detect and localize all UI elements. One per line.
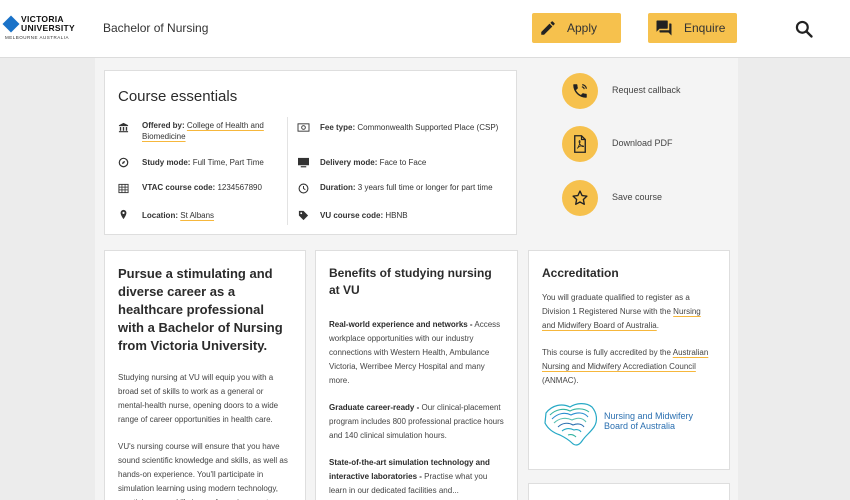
site-header: VICTORIA UNIVERSITY MELBOURNE AUSTRALIA … [0, 0, 850, 58]
location-link[interactable]: St Albans [180, 211, 214, 220]
grid-icon [118, 183, 129, 194]
institution-icon [118, 122, 129, 133]
benefit-item-2: Graduate career-ready - Our clinical-pla… [329, 401, 504, 443]
pdf-file-icon [574, 135, 586, 153]
benefits-heading: Benefits of studying nursing at VU [329, 266, 492, 297]
download-pdf-label[interactable]: Download PDF [612, 138, 673, 148]
apply-button[interactable]: Apply [532, 13, 621, 43]
duration-value: 3 years full time or longer for part tim… [357, 183, 493, 192]
enquire-label: Enquire [684, 21, 726, 35]
save-course-label[interactable]: Save course [612, 192, 662, 202]
intro-heading: Pursue a stimulating and diverse career … [118, 266, 283, 353]
intro-paragraph-2: VU's nursing course will ensure that you… [118, 442, 288, 500]
benefit-item-1-title: Real-world experience and networks - [329, 320, 473, 329]
vtac-code: VTAC course code: 1234567890 [142, 182, 284, 193]
chat-icon [656, 20, 672, 36]
fee-type-value: Commonwealth Supported Place (CSP) [357, 123, 499, 132]
pencil-icon [541, 21, 555, 35]
benefits-card: Benefits of studying nursing at VU Real-… [315, 250, 518, 500]
study-mode-label: Study mode: [142, 158, 191, 167]
accreditation-text-1: You will graduate qualified to register … [542, 293, 690, 316]
money-icon [297, 123, 310, 132]
phone-icon [573, 84, 587, 98]
victoria-university-logo[interactable]: VICTORIA UNIVERSITY MELBOURNE AUSTRALIA [2, 15, 76, 43]
page-title: Bachelor of Nursing [103, 21, 209, 35]
search-icon [795, 20, 813, 38]
offered-by: Offered by: College of Health and Biomed… [142, 120, 284, 142]
benefit-item-2-title: Graduate career-ready - [329, 403, 420, 412]
request-callback-action[interactable]: Request callback [562, 73, 681, 109]
accreditation-heading: Accreditation [542, 266, 619, 280]
fee-type: Fee type: Commonwealth Supported Place (… [320, 122, 515, 133]
download-pdf-action[interactable]: Download PDF [562, 126, 673, 162]
save-circle[interactable] [562, 180, 598, 216]
benefit-item-1-text: Access workplace opportunities with our … [329, 320, 501, 385]
accreditation-paragraph-1: You will graduate qualified to register … [542, 291, 716, 333]
save-course-action[interactable]: Save course [562, 180, 662, 216]
course-essentials-card: Course essentials Offered by: College of… [104, 70, 517, 235]
nmba-logo: Nursing and Midwifery Board of Australia [542, 399, 722, 451]
accreditation-text-2: This course is fully accredited by the [542, 348, 673, 357]
accreditation-text-2-end: (ANMAC). [542, 376, 579, 385]
fee-type-label: Fee type: [320, 123, 356, 132]
vu-code-value: HBNB [385, 211, 408, 220]
nmba-logo-text-2: Board of Australia [604, 421, 676, 431]
clock-icon [298, 183, 309, 194]
delivery-mode: Delivery mode: Face to Face [320, 157, 515, 168]
apply-label: Apply [567, 21, 598, 35]
vtac-value: 1234567890 [217, 183, 262, 192]
search-button[interactable] [794, 19, 814, 39]
offered-by-label: Offered by: [142, 121, 185, 130]
logo-text-university: UNIVERSITY [21, 23, 76, 33]
accreditation-paragraph-2: This course is fully accredited by the A… [542, 346, 716, 388]
delivery-label: Delivery mode: [320, 158, 378, 167]
location: Location: St Albans [142, 210, 284, 221]
accreditation-card: Accreditation You will graduate qualifie… [528, 250, 730, 470]
compass-icon [118, 157, 129, 168]
monitor-icon [298, 157, 309, 168]
next-card [528, 483, 730, 500]
logo-diamond-icon [2, 15, 20, 33]
essentials-divider [287, 117, 288, 225]
nmba-logo-text-1: Nursing and Midwifery [604, 411, 694, 421]
vu-course-code: VU course code: HBNB [320, 210, 515, 221]
benefit-item-1: Real-world experience and networks - Acc… [329, 318, 504, 388]
course-essentials-title: Course essentials [118, 88, 238, 105]
vtac-label: VTAC course code: [142, 183, 216, 192]
duration: Duration: 3 years full time or longer fo… [320, 182, 500, 193]
delivery-value: Face to Face [379, 158, 427, 167]
accreditation-text-1-end: . [656, 321, 659, 330]
pdf-circle[interactable] [562, 126, 598, 162]
location-label: Location: [142, 211, 178, 220]
study-mode: Study mode: Full Time, Part Time [142, 157, 284, 168]
enquire-button[interactable]: Enquire [648, 13, 737, 43]
vu-code-label: VU course code: [320, 211, 384, 220]
study-mode-value: Full Time, Part Time [192, 158, 264, 167]
benefit-item-3: State-of-the-art simulation technology a… [329, 456, 504, 498]
star-icon [572, 190, 588, 205]
request-callback-label[interactable]: Request callback [612, 85, 681, 95]
logo-text-location: MELBOURNE AUSTRALIA [5, 35, 70, 40]
tag-icon [298, 210, 309, 221]
callback-circle[interactable] [562, 73, 598, 109]
intro-card: Pursue a stimulating and diverse career … [104, 250, 306, 500]
location-pin-icon [120, 209, 127, 220]
duration-label: Duration: [320, 183, 356, 192]
nmba-australia-map-icon [544, 403, 598, 446]
intro-paragraph-1: Studying nursing at VU will equip you wi… [118, 373, 279, 424]
